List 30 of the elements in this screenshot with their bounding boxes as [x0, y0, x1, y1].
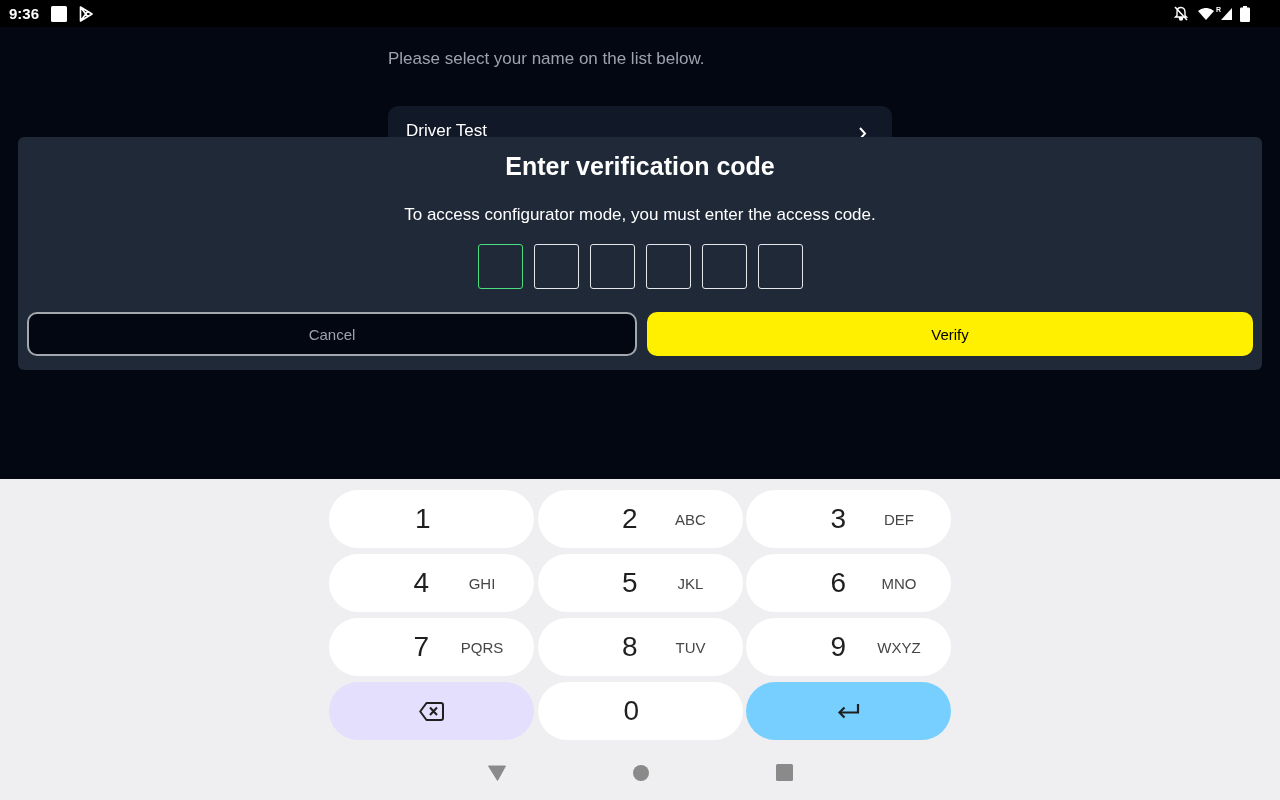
signal-icon	[1221, 7, 1232, 20]
driver-list-item[interactable]: Driver Test	[388, 106, 892, 137]
keypad-key[interactable]: 4 GHI	[329, 554, 534, 612]
keypad-key[interactable]: 8 TUV	[537, 618, 743, 676]
chevron-right-icon	[858, 127, 867, 137]
instruction-text: Please select your name on the list below.	[388, 48, 706, 70]
keypad-key[interactable]: 6 MNO	[746, 554, 951, 612]
status-time: 9:36	[9, 5, 40, 22]
backspace-icon	[419, 701, 444, 721]
keypad-key[interactable]: 1	[329, 490, 534, 548]
verify-button[interactable]: Verify	[647, 312, 1253, 356]
square-notification-icon	[51, 5, 68, 22]
dialog-message: To access configurator mode, you must enter the access code.	[404, 204, 876, 226]
enter-icon	[837, 703, 860, 719]
back-icon[interactable]	[487, 764, 506, 781]
cancel-button[interactable]: Cancel	[27, 312, 637, 356]
home-icon[interactable]	[632, 764, 649, 781]
keypad-key[interactable]: 7 PQRS	[329, 618, 534, 676]
wifi-icon	[1197, 7, 1214, 20]
keypad-key[interactable]: 9 WXYZ	[746, 618, 951, 676]
keypad-key[interactable]: 5 JKL	[537, 554, 743, 612]
play-outline-icon	[79, 5, 94, 22]
recents-icon[interactable]	[775, 764, 793, 781]
code-digit-field[interactable]	[477, 244, 523, 289]
muted-bell-icon	[1173, 6, 1188, 21]
battery-icon	[1240, 5, 1250, 22]
keypad-key[interactable]: 2 ABC	[537, 490, 743, 548]
keypad-key[interactable]: 3 DEF	[746, 490, 951, 548]
dialog-title: Enter verification code	[505, 151, 775, 181]
keypad-key[interactable]: 0	[537, 682, 743, 740]
